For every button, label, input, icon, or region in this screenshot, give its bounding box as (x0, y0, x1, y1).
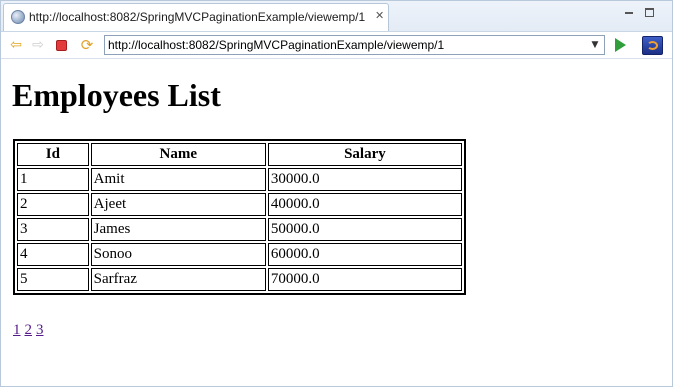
stop-icon[interactable] (54, 37, 70, 53)
refresh-icon[interactable]: ⟳ (79, 37, 95, 53)
table-row: 5 Sarfraz 70000.0 (17, 268, 462, 291)
cell-salary: 70000.0 (267, 268, 462, 291)
cell-name: James (90, 218, 266, 241)
page-link-1[interactable]: 1 (13, 322, 21, 338)
maximize-icon[interactable] (644, 7, 656, 19)
tab-strip: http://localhost:8082/SpringMVCPaginatio… (1, 1, 672, 32)
cell-id: 5 (17, 268, 89, 291)
page-content: Employees List Id Name Salary 1 Amit 300… (1, 59, 672, 386)
cell-salary: 40000.0 (267, 193, 462, 216)
header-id: Id (17, 143, 89, 166)
cell-id: 3 (17, 218, 89, 241)
forward-icon[interactable]: ⇨ (30, 37, 46, 53)
back-icon[interactable]: ⇦ (8, 37, 24, 53)
table-row: 3 James 50000.0 (17, 218, 462, 241)
page-title: Employees List (12, 77, 221, 113)
header-name: Name (90, 143, 266, 166)
cell-salary: 30000.0 (267, 168, 462, 191)
cell-name: Amit (90, 168, 266, 191)
employees-table: Id Name Salary 1 Amit 30000.0 2 Ajeet 40… (13, 139, 466, 295)
minimize-icon[interactable] (623, 7, 635, 19)
globe-icon (11, 10, 25, 24)
browser-toolbar: ⇦ ⇨ ⟳ ▼ (1, 32, 672, 59)
cell-id: 1 (17, 168, 89, 191)
table-row: 2 Ajeet 40000.0 (17, 193, 462, 216)
url-input[interactable] (108, 37, 578, 53)
page-link-3[interactable]: 3 (36, 322, 44, 338)
page-link-2[interactable]: 2 (25, 322, 33, 338)
table-header-row: Id Name Salary (17, 143, 462, 166)
cell-id: 2 (17, 193, 89, 216)
go-icon[interactable] (615, 38, 626, 52)
cell-name: Sarfraz (90, 268, 266, 291)
table-row: 1 Amit 30000.0 (17, 168, 462, 191)
close-icon[interactable]: ✕ (375, 9, 384, 22)
address-bar[interactable]: ▼ (104, 35, 605, 55)
cell-salary: 50000.0 (267, 218, 462, 241)
tab-title: http://localhost:8082/SpringMVCPaginatio… (29, 10, 366, 24)
cell-name: Ajeet (90, 193, 266, 216)
browser-tab[interactable]: http://localhost:8082/SpringMVCPaginatio… (3, 3, 389, 31)
table-row: 4 Sonoo 60000.0 (17, 243, 462, 266)
cell-name: Sonoo (90, 243, 266, 266)
pagination: 123 (13, 322, 48, 339)
eclipse-icon[interactable] (642, 36, 663, 55)
header-salary: Salary (267, 143, 462, 166)
cell-id: 4 (17, 243, 89, 266)
browser-window: http://localhost:8082/SpringMVCPaginatio… (0, 0, 673, 387)
dropdown-icon[interactable]: ▼ (589, 38, 601, 52)
cell-salary: 60000.0 (267, 243, 462, 266)
